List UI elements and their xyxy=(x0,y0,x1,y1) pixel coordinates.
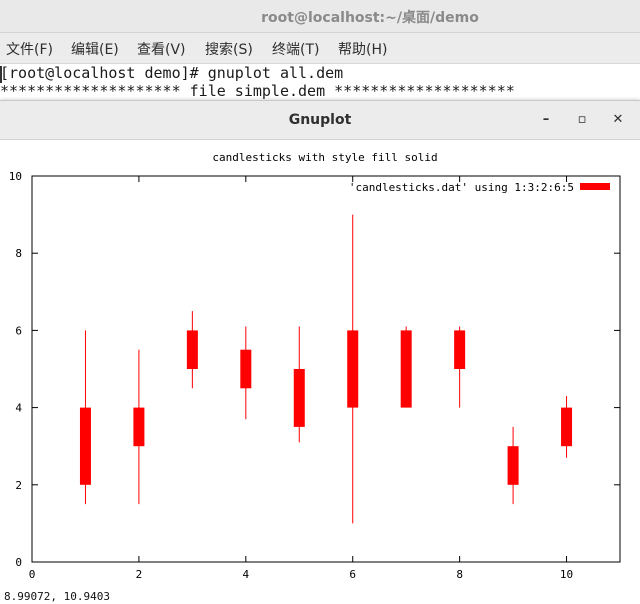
candle-body xyxy=(79,407,91,485)
gnuplot-window: Gnuplot – ▫ ✕ candlesticks with style fi… xyxy=(0,100,640,604)
candle-body xyxy=(293,369,305,427)
candle-body xyxy=(561,407,573,447)
menu-terminal[interactable]: 终端(T) xyxy=(272,39,319,59)
candle-body xyxy=(186,330,198,369)
legend-swatch xyxy=(580,183,610,190)
x-tick-label: 10 xyxy=(560,568,573,581)
candle-body xyxy=(454,330,466,369)
terminal-line-banner: ******************** file simple.dem ***… xyxy=(0,82,515,100)
terminal-title: root@localhost:~/桌面/demo xyxy=(261,10,479,26)
y-tick-label: 8 xyxy=(15,247,22,260)
y-tick-label: 6 xyxy=(15,324,22,337)
menu-help[interactable]: 帮助(H) xyxy=(338,39,387,59)
candle-body xyxy=(133,407,145,447)
candlestick-plot[interactable]: candlesticks with style fill solid 0 2 4 6 8… xyxy=(0,139,640,589)
maximize-button[interactable]: ▫ xyxy=(573,111,591,129)
chart-title: candlesticks with style fill solid xyxy=(212,151,437,164)
y-tick-label: 10 xyxy=(9,170,22,183)
y-tick-label: 0 xyxy=(15,556,22,569)
candle-body xyxy=(400,330,412,408)
minimize-button[interactable]: – xyxy=(537,111,555,129)
gnuplot-titlebar[interactable]: Gnuplot – ▫ ✕ xyxy=(0,101,640,140)
axes: 0 2 4 6 8 10 0 2 4 6 8 10 xyxy=(9,170,620,581)
x-tick-label: 4 xyxy=(243,568,250,581)
x-tick-label: 0 xyxy=(29,568,36,581)
menu-file[interactable]: 文件(F) xyxy=(6,39,53,59)
legend-label: 'candlesticks.dat' using 1:3:2:6:5 xyxy=(349,181,574,194)
menu-edit[interactable]: 编辑(E) xyxy=(71,39,119,59)
x-tick-label: 2 xyxy=(136,568,143,581)
menu-search[interactable]: 搜索(S) xyxy=(205,39,253,59)
candle-body xyxy=(347,330,359,408)
candle-body xyxy=(240,349,252,389)
x-tick-label: 8 xyxy=(456,568,463,581)
candle-body xyxy=(507,446,519,485)
terminal-menubar: 文件(F) 编辑(E) 查看(V) 搜索(S) 终端(T) 帮助(H) xyxy=(0,33,640,64)
terminal-line-command: [root@localhost demo]# gnuplot all.dem xyxy=(0,64,344,82)
close-button[interactable]: ✕ xyxy=(609,111,627,129)
terminal-titlebar[interactable]: root@localhost:~/桌面/demo xyxy=(0,0,640,33)
menu-view[interactable]: 查看(V) xyxy=(137,39,186,59)
coordinate-readout: 8.99072, 10.9403 xyxy=(4,590,110,603)
plot-border xyxy=(31,175,621,563)
y-tick-label: 2 xyxy=(15,479,22,492)
x-tick-label: 6 xyxy=(349,568,356,581)
y-tick-label: 4 xyxy=(15,402,22,415)
candles xyxy=(79,214,573,524)
